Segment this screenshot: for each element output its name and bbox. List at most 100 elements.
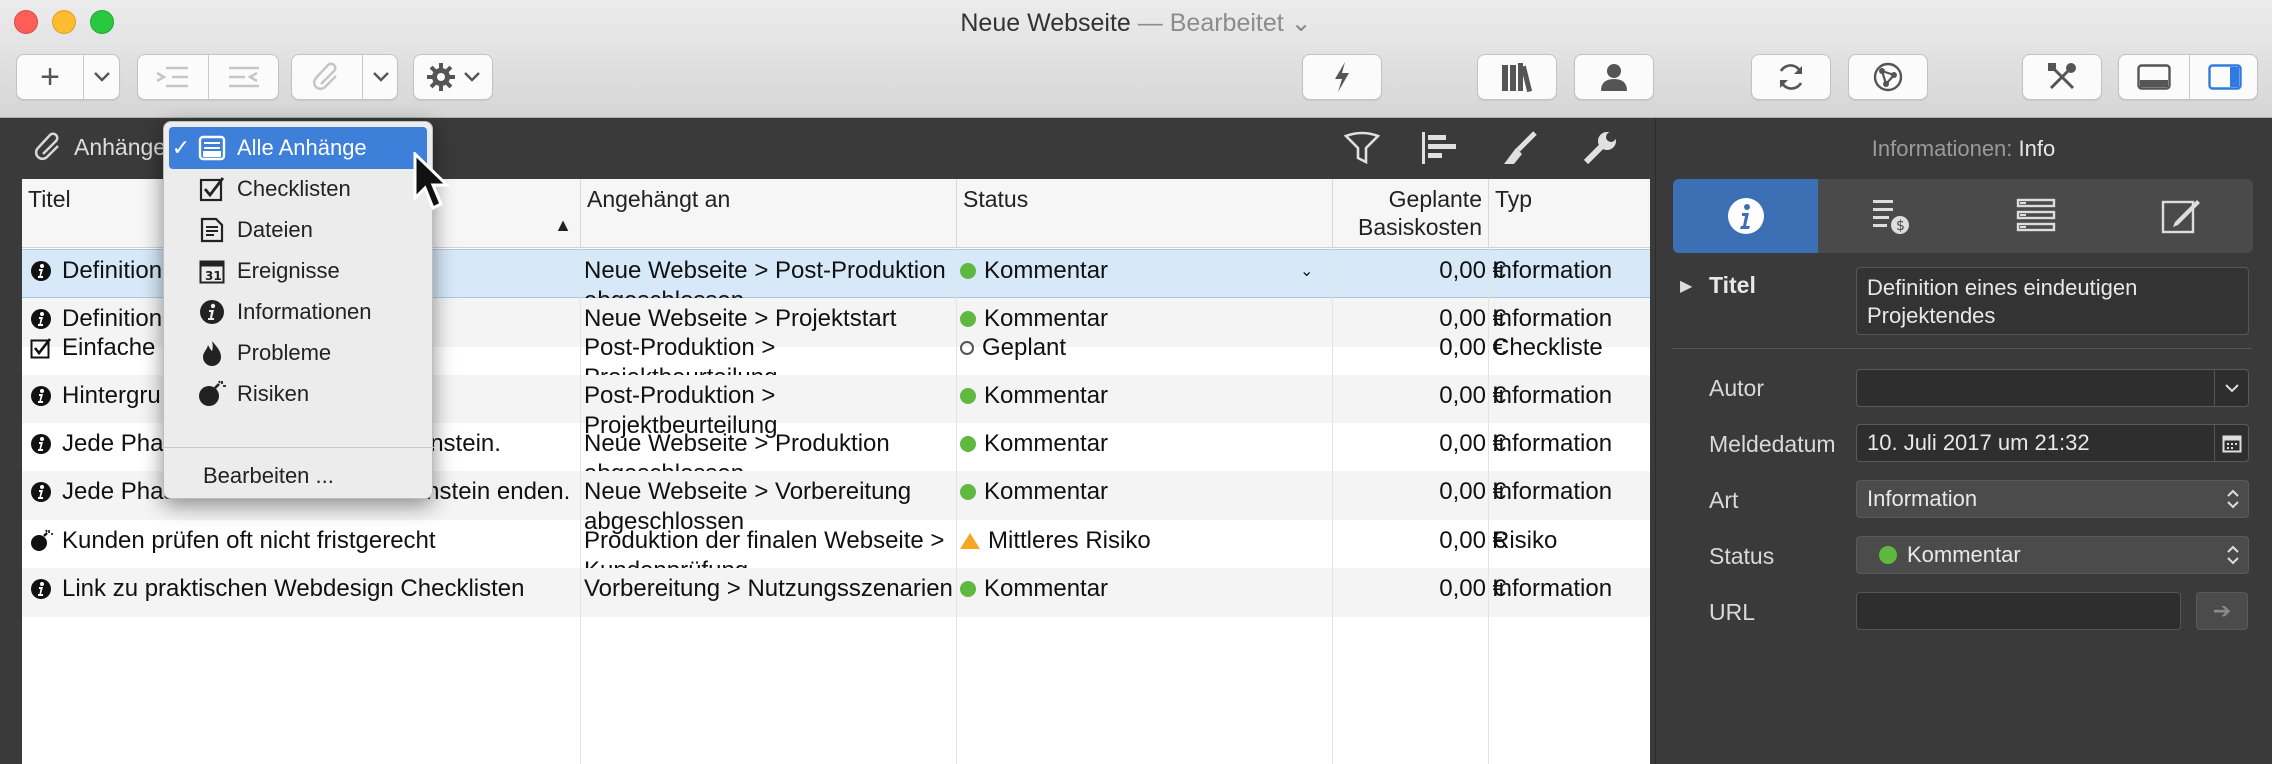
status-stepper-icon[interactable]: ⌃⌄ [1300, 256, 1314, 280]
tab-costs[interactable]: $ [1818, 179, 1963, 253]
type-cell: Information [1492, 430, 1613, 457]
inspector-header: Informationen: Info [1655, 136, 2272, 162]
date-field[interactable]: 10. Juli 2017 um 21:32 [1856, 424, 2249, 462]
settings-button[interactable] [1578, 126, 1622, 170]
bottom-pane-button[interactable] [2119, 55, 2189, 99]
add-button[interactable]: + [17, 55, 83, 99]
calendar-icon: 31 [193, 258, 231, 284]
add-menu-button[interactable] [83, 55, 119, 99]
indent-button[interactable] [138, 55, 208, 99]
sync-button[interactable] [1751, 54, 1831, 100]
checklist-icon [28, 333, 54, 363]
column-header-type[interactable]: Typ [1488, 179, 1650, 248]
title-field[interactable]: Definition eines eindeutigen Projektende… [1856, 267, 2249, 335]
bomb-icon [28, 526, 54, 556]
type-popup[interactable]: Information [1856, 480, 2249, 518]
library-button[interactable] [1477, 54, 1557, 100]
outdent-button[interactable] [208, 55, 278, 99]
status-cell: Geplant [960, 333, 1320, 363]
align-button[interactable] [1418, 126, 1462, 170]
quick-entry-button[interactable] [1302, 54, 1382, 100]
wrench-icon [1583, 132, 1616, 165]
link-button[interactable] [292, 55, 362, 99]
author-combobox[interactable] [1856, 369, 2249, 407]
menu-item-risiken[interactable]: Risiken [169, 373, 427, 415]
open-url-button[interactable]: ➔ [2196, 592, 2248, 630]
status-cell: Kommentar [960, 477, 1320, 507]
status-cell: Mittleres Risiko [960, 526, 1320, 556]
menu-item-label: Informationen [237, 299, 372, 324]
gear-icon [427, 63, 455, 91]
file-icon [193, 217, 231, 243]
table-row[interactable]: Link zu praktischen Webdesign Checkliste… [22, 568, 1650, 617]
filter-button[interactable] [1340, 126, 1384, 170]
column-header-attached[interactable]: Angehängt an [580, 179, 956, 248]
indent-icon [156, 66, 188, 88]
chevron-down-icon [2224, 383, 2239, 392]
status-cell: Kommentar ⌃⌄ [960, 256, 1320, 286]
tab-info[interactable] [1673, 179, 1818, 253]
type-value: Information [1867, 486, 1978, 511]
menu-item-alle-anhänge[interactable]: ✓ Alle Anhänge [169, 127, 427, 169]
type-cell: Information [1492, 382, 1613, 409]
title-cell: Link zu praktischen Webdesign Checkliste… [28, 574, 588, 604]
column-title-label: Titel [28, 186, 71, 212]
gear-button[interactable] [413, 54, 493, 100]
type-cell: Information [1492, 575, 1613, 602]
cost-cell: 0,00 € [1439, 334, 1506, 361]
resources-button[interactable] [1574, 54, 1654, 100]
url-field[interactable] [1856, 592, 2181, 630]
menu-item-label: Probleme [237, 340, 332, 365]
menu-item-ereignisse[interactable]: 31 Ereignisse [169, 250, 427, 292]
pane-toggle-group [2118, 54, 2258, 100]
flame-icon [193, 339, 231, 367]
status-cell: Kommentar [960, 574, 1320, 604]
status-text: Mittleres Risiko [988, 527, 1151, 554]
tools-button[interactable] [2022, 54, 2102, 100]
inspector-header-value: Info [2018, 136, 2056, 161]
inspector-tabs: $ [1673, 179, 2253, 253]
status-text: Kommentar [984, 478, 1109, 505]
status-value: Kommentar [1907, 542, 2021, 567]
attachment-filter-menu: ✓ Alle Anhänge Checklisten Dateien 31 Ereigni… [163, 121, 434, 499]
author-dropdown-button[interactable] [2214, 370, 2248, 406]
link-menu-button[interactable] [362, 55, 398, 99]
info-icon [28, 381, 54, 411]
menu-item-checklisten[interactable]: Checklisten [169, 168, 427, 210]
column-header-status[interactable]: Status [956, 179, 1332, 248]
tab-list[interactable] [1963, 179, 2108, 253]
svg-text:$: $ [1896, 218, 1905, 234]
share-button[interactable] [1848, 54, 1928, 100]
cost-cell: 0,00 € [1439, 575, 1506, 602]
title-disclosure-icon[interactable]: ▶ [1680, 276, 1692, 296]
status-text: Kommentar [984, 430, 1109, 457]
cost-cell: 0,00 € [1439, 382, 1506, 409]
column-header-cost[interactable]: Geplante Basiskosten [1332, 179, 1488, 248]
updown-chevron-icon [2227, 545, 2239, 565]
chevron-down-icon [93, 72, 110, 82]
info-icon [28, 256, 54, 286]
tab-edit[interactable] [2108, 179, 2253, 253]
info-icon [28, 574, 54, 604]
right-pane-button[interactable] [2189, 55, 2259, 99]
status-green-dot [960, 311, 976, 327]
title-chevron-icon[interactable]: ⌄ [1291, 9, 1312, 37]
menu-item-edit[interactable]: Bearbeiten ... [169, 455, 427, 497]
menu-item-informationen[interactable]: Informationen [169, 291, 427, 333]
style-button[interactable] [1498, 126, 1542, 170]
type-cell: Information [1492, 478, 1613, 505]
bottom-pane-icon [2137, 64, 2171, 90]
menu-item-probleme[interactable]: Probleme [169, 332, 427, 374]
calendar-button[interactable] [2214, 425, 2248, 461]
title-cell: Kunden prüfen oft nicht fristgerecht [28, 526, 588, 556]
status-popup[interactable]: Kommentar [1856, 536, 2249, 574]
list-icon [2016, 198, 2055, 232]
svg-text:31: 31 [205, 269, 222, 283]
menu-item-dateien[interactable]: Dateien [169, 209, 427, 251]
right-pane-icon [2207, 64, 2242, 90]
chevron-down-icon [464, 72, 480, 82]
table-row[interactable]: Kunden prüfen oft nicht fristgerecht Prod… [22, 520, 1650, 584]
updown-chevron-icon [2227, 489, 2239, 509]
cost-cell: 0,00 € [1439, 478, 1506, 505]
attachments-filter[interactable]: Anhänge [34, 132, 166, 162]
